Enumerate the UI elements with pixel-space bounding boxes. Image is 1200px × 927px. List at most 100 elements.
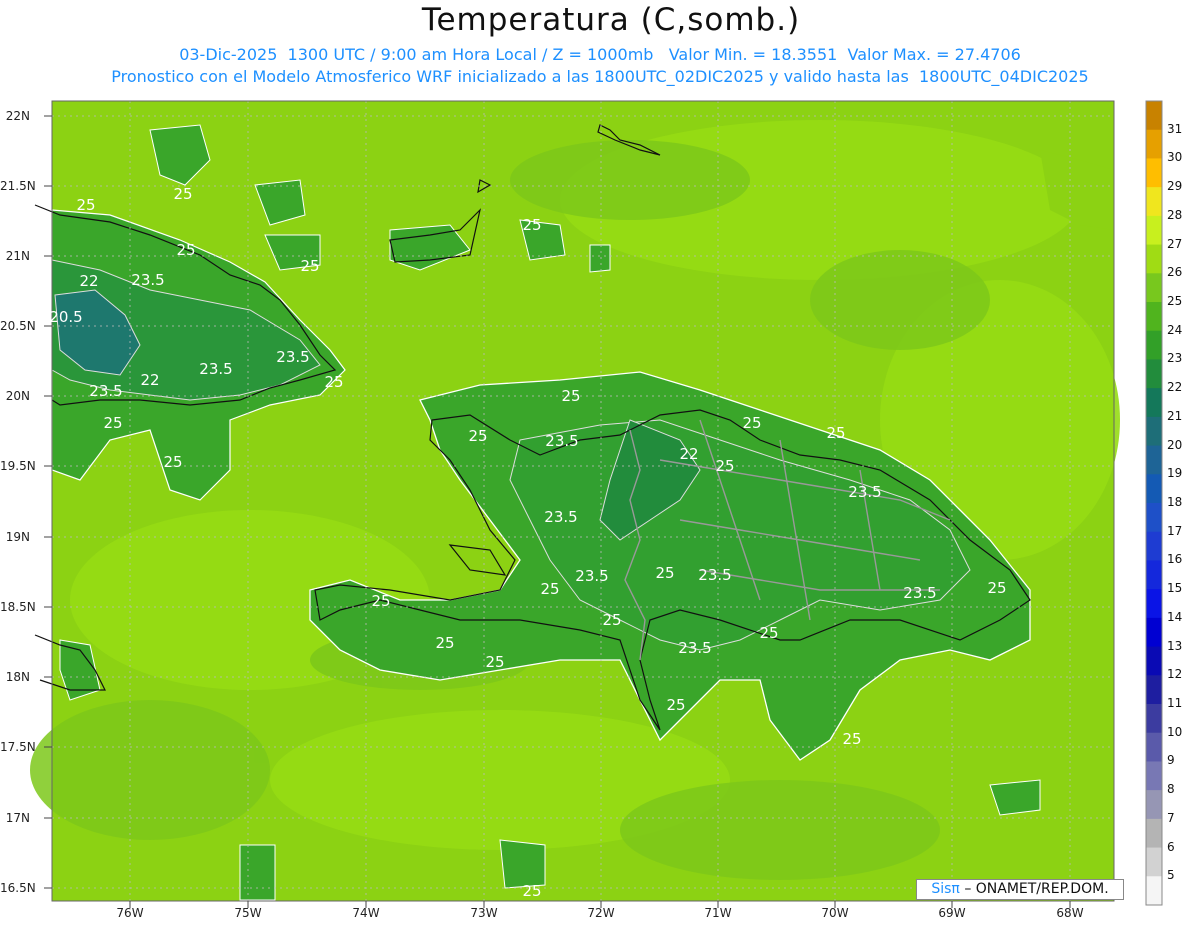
contour-label: 25 (655, 564, 674, 582)
contour-label: 22 (679, 445, 698, 463)
lat-label: 20.5N (0, 319, 36, 333)
colorbar-swatch (1146, 416, 1162, 447)
colorbar-swatch (1146, 388, 1162, 418)
contour-label: 22 (140, 371, 159, 389)
contour-label: 25 (324, 373, 343, 391)
contour-label: 25 (715, 457, 734, 475)
colorbar-label: 24 (1167, 322, 1183, 337)
colorbar-label: 22 (1167, 380, 1183, 395)
colorbar-swatch (1146, 560, 1162, 590)
colorbar-label: 27 (1167, 236, 1183, 251)
colorbar-swatch (1146, 129, 1162, 159)
colorbar-swatch (1146, 847, 1162, 877)
contour-label: 25 (561, 387, 580, 405)
contour-label: 23.5 (199, 360, 232, 378)
sispi-logo: Sisπ (931, 881, 960, 897)
lon-label: 72W (587, 906, 615, 920)
contour-label: 25 (540, 580, 559, 598)
colorbar-swatch (1146, 273, 1162, 303)
contour-label: 25 (371, 592, 390, 610)
temperature-map: 25 25 25 25 25 22 23.5 20.5 23.5 23.5 22… (30, 100, 1163, 908)
colorbar-label: 12 (1167, 667, 1183, 682)
contour-label: 23.5 (848, 483, 881, 501)
lat-label: 17N (5, 811, 30, 825)
contour-label: 25 (435, 634, 454, 652)
colorbar-label: 9 (1167, 753, 1175, 768)
colorbar-swatch (1146, 646, 1162, 676)
colorbar-label: 21 (1167, 408, 1183, 423)
colorbar-label: 26 (1167, 265, 1183, 280)
contour-label: 23.5 (131, 271, 164, 289)
colorbar-swatch (1146, 732, 1162, 762)
colorbar-swatch (1146, 101, 1162, 131)
colorbar-swatch (1146, 589, 1162, 619)
colorbar-label: 28 (1167, 207, 1183, 222)
contour-label: 25 (759, 624, 778, 642)
lon-label: 73W (470, 906, 498, 920)
colorbar-label: 18 (1167, 495, 1183, 509)
colorbar-label: 14 (1167, 609, 1183, 624)
credit-text: – ONAMET/REP.DOM. (964, 881, 1109, 897)
contour-label: 23.5 (545, 432, 578, 450)
contour-label: 25 (742, 414, 761, 432)
lat-label: 19.5N (0, 459, 36, 473)
colorbar-label: 6 (1167, 839, 1175, 854)
colorbar-swatch (1146, 761, 1162, 791)
colorbar-swatch (1146, 503, 1162, 533)
colorbar (1145, 100, 1163, 906)
colorbar-swatch (1146, 187, 1162, 217)
lat-label: 22N (5, 109, 30, 123)
colorbar-label: 15 (1167, 581, 1183, 596)
colorbar-swatch (1146, 818, 1162, 849)
contour-label: 25 (76, 196, 95, 214)
contour-label: 25 (468, 427, 487, 445)
contour-label: 25 (842, 730, 861, 748)
colorbar-label: 5 (1167, 868, 1175, 883)
contour-label: 25 (522, 216, 541, 234)
colorbar-label: 10 (1167, 724, 1183, 739)
lat-label: 20N (5, 389, 30, 403)
colorbar-swatch (1146, 531, 1162, 561)
contour-label: 25 (103, 414, 122, 432)
contour-label: 25 (987, 579, 1006, 597)
contour-label: 23.5 (678, 639, 711, 657)
contour-label: 22 (79, 272, 98, 290)
lon-label: 68W (1056, 906, 1084, 920)
lat-label: 21.5N (0, 179, 36, 193)
colorbar-swatch (1146, 215, 1162, 246)
contour-label: 25 (485, 653, 504, 671)
lat-label: 17.5N (0, 740, 36, 754)
contour-label: 20.5 (49, 308, 82, 326)
contour-label: 25 (173, 185, 192, 203)
colorbar-swatch (1146, 617, 1162, 648)
colorbar-swatch (1146, 445, 1162, 475)
contour-label: 25 (666, 696, 685, 714)
colorbar-label: 17 (1167, 523, 1183, 538)
lon-label: 76W (116, 906, 144, 920)
lat-label: 19N (5, 530, 30, 544)
colorbar-label: 7 (1167, 810, 1175, 825)
colorbar-swatch (1146, 876, 1162, 906)
colorbar-swatch (1146, 704, 1162, 734)
contour-label: 23.5 (575, 567, 608, 585)
lat-label: 18N (5, 670, 30, 684)
contour-label: 23.5 (903, 584, 936, 602)
colorbar-label: 16 (1167, 552, 1183, 567)
colorbar-label: 23 (1167, 351, 1183, 366)
contour-label: 23.5 (698, 566, 731, 584)
colorbar-swatch (1146, 302, 1162, 332)
contour-label: 25 (176, 241, 195, 259)
lon-label: 74W (352, 906, 380, 920)
colorbar-swatch (1146, 359, 1162, 389)
lon-label: 69W (938, 906, 966, 920)
contour-label: 23.5 (544, 508, 577, 526)
credit-box: Sisπ – ONAMET/REP.DOM. (916, 879, 1124, 900)
colorbar-label: 13 (1167, 638, 1183, 653)
colorbar-label: 31 (1167, 121, 1183, 136)
contour-label: 25 (602, 611, 621, 629)
contour-label: 23.5 (276, 348, 309, 366)
lon-label: 75W (234, 906, 262, 920)
contour-label: 25 (522, 882, 541, 900)
colorbar-swatch (1146, 675, 1162, 705)
colorbar-label: 30 (1167, 150, 1183, 165)
